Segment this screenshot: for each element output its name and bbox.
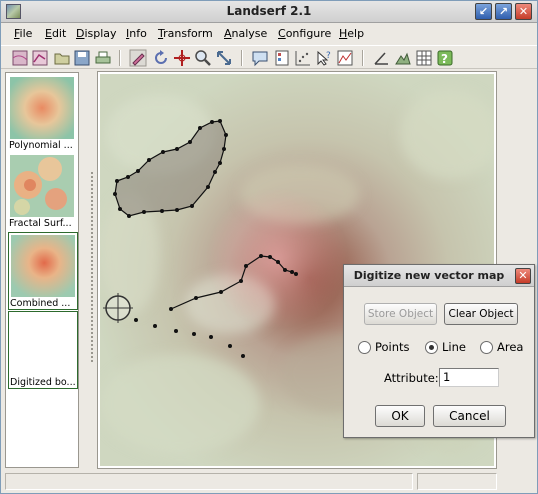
menu-analyse[interactable]: Analyse — [224, 27, 267, 40]
svg-text:?: ? — [441, 52, 448, 66]
minimize-button[interactable]: ↙ — [475, 3, 492, 20]
radio-area-label: Area — [497, 340, 524, 354]
attribute-input[interactable]: 1 — [439, 368, 499, 387]
menu-file[interactable]: File — [14, 27, 32, 40]
crosshair-icon[interactable] — [173, 49, 191, 67]
refresh-icon[interactable] — [152, 49, 170, 67]
menu-bar: File Edit Display Info Transform Analyse… — [1, 24, 537, 44]
palette-icon[interactable] — [394, 49, 412, 67]
thumbnail-image — [10, 77, 74, 139]
thumbnail-panel: Polynomial ... Fractal Surf... Combined … — [5, 72, 79, 468]
thumbnail-polynomial[interactable]: Polynomial ... — [8, 75, 78, 153]
clear-object-button[interactable]: Clear Object — [444, 303, 518, 325]
help-icon[interactable]: ? — [436, 49, 454, 67]
menu-display[interactable]: Display — [76, 27, 117, 40]
info-bubble-icon[interactable] — [251, 49, 269, 67]
window-title: Landserf 2.1 — [226, 4, 312, 18]
menu-help[interactable]: Help — [339, 27, 364, 40]
toolbar-separator — [241, 50, 243, 66]
menu-configure[interactable]: Configure — [278, 27, 331, 40]
dialog-close-button[interactable]: ✕ — [515, 268, 531, 284]
thumbnail-image — [11, 235, 75, 297]
thumbnail-digitized[interactable]: Digitized bo... — [8, 311, 78, 389]
dialog-title-bar[interactable]: Digitize new vector map ✕ — [344, 265, 534, 287]
radio-circle[interactable] — [425, 341, 438, 354]
legend-icon[interactable] — [273, 49, 291, 67]
close-button[interactable]: ✕ — [515, 3, 532, 20]
print-icon[interactable] — [94, 49, 112, 67]
graph-icon[interactable] — [336, 49, 354, 67]
open-folder-icon[interactable] — [53, 49, 71, 67]
svg-text:?: ? — [326, 51, 331, 61]
pan-icon[interactable] — [215, 49, 233, 67]
thumbnail-caption: Fractal Surf... — [9, 218, 72, 229]
menu-transform[interactable]: Transform — [158, 27, 213, 40]
maximize-button[interactable]: ↗ — [495, 3, 512, 20]
radio-circle[interactable] — [480, 341, 493, 354]
thumbnail-image — [11, 314, 75, 376]
panel-splitter[interactable] — [91, 172, 93, 362]
radio-line-label: Line — [442, 340, 466, 354]
toolbar: ? ? — [1, 45, 537, 69]
edit-pencil-icon[interactable] — [129, 49, 147, 67]
thumbnail-combined[interactable]: Combined ... — [8, 232, 78, 310]
store-object-button[interactable]: Store Object — [364, 303, 437, 325]
scatter-icon[interactable] — [294, 49, 312, 67]
query-icon[interactable]: ? — [315, 49, 333, 67]
toolbar-separator — [362, 50, 364, 66]
menu-info[interactable]: Info — [126, 27, 147, 40]
radio-selected-dot — [429, 345, 434, 350]
radio-circle[interactable] — [358, 341, 371, 354]
radio-points-label: Points — [375, 340, 410, 354]
save-icon[interactable] — [73, 49, 91, 67]
toolbar-separator — [119, 50, 121, 66]
thumbnail-fractal-surface[interactable]: Fractal Surf... — [8, 153, 78, 231]
title-bar[interactable]: Landserf 2.1 ↙ ↗ ✕ — [1, 1, 537, 23]
new-raster-icon[interactable] — [11, 49, 29, 67]
ok-button[interactable]: OK — [375, 405, 425, 427]
digitize-dialog: Digitize new vector map ✕ Store Object C… — [343, 264, 535, 438]
new-vector-icon[interactable] — [31, 49, 49, 67]
thumbnail-image — [10, 155, 74, 217]
cancel-button[interactable]: Cancel — [433, 405, 506, 427]
thumbnail-caption: Combined ... — [10, 298, 71, 309]
zoom-icon[interactable] — [194, 49, 212, 67]
attribute-label: Attribute: — [384, 371, 439, 385]
status-bar-secondary — [417, 473, 497, 490]
menu-edit[interactable]: Edit — [45, 27, 66, 40]
angle-icon[interactable] — [372, 49, 390, 67]
thumbnail-caption: Polynomial ... — [9, 140, 73, 151]
grid-icon[interactable] — [415, 49, 433, 67]
status-bar — [5, 473, 413, 490]
thumbnail-caption: Digitized bo... — [10, 377, 76, 388]
dialog-title: Digitize new vector map — [353, 269, 505, 282]
